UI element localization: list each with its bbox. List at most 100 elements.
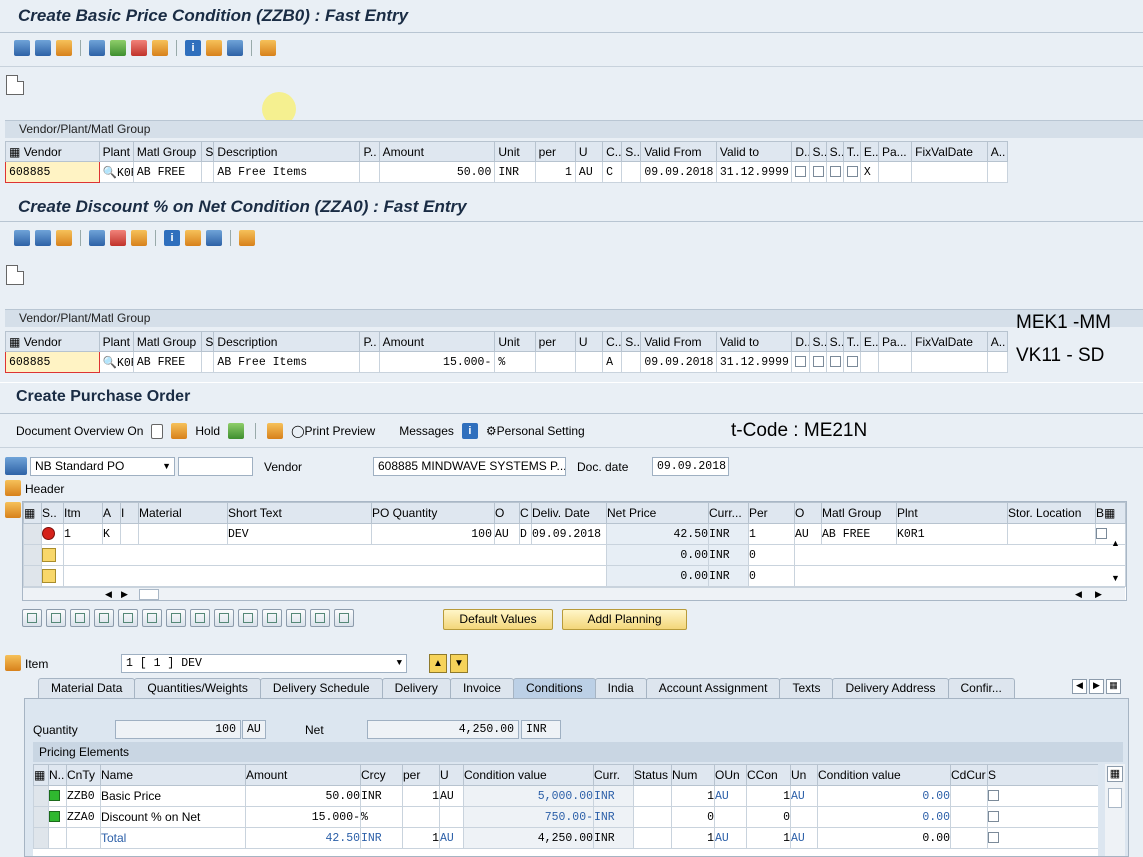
print-preview-button[interactable]: ◯Print Preview bbox=[291, 424, 375, 438]
per-cell[interactable]: 1 bbox=[748, 523, 795, 545]
find-next-icon[interactable] bbox=[56, 40, 72, 56]
layout-icon[interactable] bbox=[206, 40, 222, 56]
checkbox-cell[interactable] bbox=[825, 351, 844, 373]
a-cell[interactable] bbox=[986, 351, 1009, 373]
col-per[interactable]: per bbox=[402, 764, 440, 786]
net-price-cell[interactable]: 42.50 bbox=[606, 523, 709, 545]
excl-cell[interactable]: X bbox=[859, 161, 879, 183]
col-u[interactable]: U bbox=[574, 331, 604, 352]
subtotal-icon[interactable] bbox=[310, 609, 330, 627]
tab-quantities-weights[interactable]: Quantities/Weights bbox=[134, 678, 261, 698]
col-amount[interactable]: Amount bbox=[378, 331, 496, 352]
checkbox-cell[interactable] bbox=[842, 161, 861, 183]
uom-cell[interactable] bbox=[574, 351, 604, 373]
col-cnty[interactable]: CnTy bbox=[66, 764, 101, 786]
paste-icon[interactable] bbox=[110, 40, 126, 56]
col-material[interactable]: Material bbox=[138, 502, 228, 524]
settings-icon[interactable] bbox=[260, 40, 276, 56]
delete-item-icon[interactable] bbox=[118, 609, 138, 627]
amount-cell[interactable]: 50.00 bbox=[378, 161, 496, 183]
fixvaldate-cell[interactable] bbox=[911, 161, 988, 183]
next-item-icon[interactable]: ▼ bbox=[450, 654, 468, 673]
a-cell[interactable] bbox=[986, 161, 1009, 183]
col-c[interactable]: C.. bbox=[602, 141, 623, 162]
column-layout-icon[interactable]: ▦ bbox=[1107, 766, 1123, 782]
s-cell[interactable] bbox=[987, 827, 1098, 849]
s2-cell[interactable] bbox=[621, 161, 642, 183]
col-a[interactable]: A.. bbox=[986, 331, 1009, 352]
new-icon[interactable] bbox=[151, 423, 164, 439]
find-next-icon[interactable] bbox=[56, 230, 72, 246]
col-plant[interactable]: Plant bbox=[98, 141, 134, 162]
crcy-cell[interactable]: % bbox=[360, 806, 403, 828]
col-cdcur[interactable]: CdCur bbox=[950, 764, 988, 786]
cnty-cell[interactable]: ZZB0 bbox=[66, 785, 101, 807]
u-cell[interactable]: AU bbox=[439, 785, 464, 807]
vendor-input[interactable]: 608885 MINDWAVE SYSTEMS P... bbox=[373, 457, 566, 476]
valid-from-cell[interactable]: 09.09.2018 bbox=[640, 351, 717, 373]
pa-cell[interactable] bbox=[877, 351, 913, 373]
item-cat-cell[interactable] bbox=[120, 523, 139, 545]
row-selector[interactable] bbox=[23, 565, 42, 587]
s-cell[interactable] bbox=[201, 351, 215, 373]
info-icon[interactable]: i bbox=[164, 230, 180, 246]
col-b[interactable]: B▦ bbox=[1095, 502, 1126, 524]
cnty-cell[interactable] bbox=[66, 827, 101, 849]
col-amount[interactable]: Amount bbox=[245, 764, 361, 786]
date-cat-cell[interactable]: D bbox=[519, 523, 532, 545]
col-pa[interactable]: Pa... bbox=[877, 141, 913, 162]
amount-cell[interactable]: 15.000- bbox=[378, 351, 496, 373]
p-cell[interactable] bbox=[359, 351, 380, 373]
crcy-cell[interactable]: INR bbox=[360, 785, 403, 807]
col-condition-value[interactable]: Condition value bbox=[463, 764, 594, 786]
scroll-thumb[interactable] bbox=[139, 589, 159, 600]
gift-icon[interactable] bbox=[152, 40, 168, 56]
curr-cell[interactable]: INR bbox=[708, 565, 749, 587]
short-text-cell[interactable]: DEV bbox=[227, 523, 372, 545]
tab-delivery[interactable]: Delivery bbox=[381, 678, 451, 698]
export-icon[interactable] bbox=[334, 609, 354, 627]
pa-cell[interactable] bbox=[877, 161, 913, 183]
tab-delivery-schedule[interactable]: Delivery Schedule bbox=[259, 678, 383, 698]
tab-scroll-right-icon[interactable]: ▶ bbox=[1089, 679, 1104, 694]
col-valid-from[interactable]: Valid From bbox=[640, 331, 717, 352]
col-valid-to[interactable]: Valid to bbox=[715, 141, 793, 162]
save-icon[interactable] bbox=[14, 230, 30, 246]
checkbox-cell[interactable] bbox=[808, 161, 827, 183]
plant-cell[interactable]: 🔍K0R1 bbox=[98, 161, 134, 183]
p-cell[interactable] bbox=[359, 161, 380, 183]
new-item-status-icon[interactable] bbox=[42, 547, 56, 562]
unit-cell[interactable]: % bbox=[494, 351, 536, 373]
itm-cell[interactable]: 1 bbox=[63, 523, 103, 545]
checkbox-cell[interactable] bbox=[791, 351, 810, 373]
col-crcy[interactable]: Crcy bbox=[360, 764, 403, 786]
gift-icon[interactable] bbox=[131, 230, 147, 246]
col-per[interactable]: Per bbox=[748, 502, 795, 524]
save-icon[interactable] bbox=[14, 40, 30, 56]
grid-settings-icon[interactable]: ▦ bbox=[33, 764, 49, 786]
tab-material-data[interactable]: Material Data bbox=[38, 678, 136, 698]
cart-icon[interactable] bbox=[5, 457, 27, 475]
per-cell[interactable] bbox=[402, 806, 440, 828]
addl-planning-button[interactable]: Addl Planning bbox=[562, 609, 687, 630]
col-valid-from[interactable]: Valid From bbox=[640, 141, 717, 162]
col-e[interactable]: E.. bbox=[859, 331, 879, 352]
checkbox-cell[interactable] bbox=[825, 161, 844, 183]
checkbox[interactable] bbox=[988, 789, 999, 801]
collapse-items-icon[interactable] bbox=[5, 502, 21, 518]
check-icon[interactable] bbox=[228, 423, 245, 439]
vertical-scroll-thumb[interactable] bbox=[1108, 788, 1122, 808]
col-p[interactable]: P.. bbox=[359, 331, 380, 352]
unlock-icon[interactable] bbox=[166, 609, 186, 627]
checkbox[interactable] bbox=[846, 165, 858, 177]
col-s2[interactable]: S.. bbox=[621, 141, 642, 162]
item-select[interactable]: 1 [ 1 ] DEV ▼ bbox=[121, 654, 407, 673]
col-fixvaldate[interactable]: FixValDate bbox=[911, 331, 988, 352]
col-a[interactable]: A bbox=[102, 502, 121, 524]
col-per[interactable]: per bbox=[534, 331, 576, 352]
checkbox-cell[interactable] bbox=[842, 351, 861, 373]
grid-settings-icon[interactable]: ▦ bbox=[23, 502, 42, 524]
copy-item-icon[interactable] bbox=[190, 609, 210, 627]
col-t[interactable]: T.. bbox=[842, 141, 861, 162]
plant-cell[interactable]: 🔍K0R1 bbox=[98, 351, 134, 373]
